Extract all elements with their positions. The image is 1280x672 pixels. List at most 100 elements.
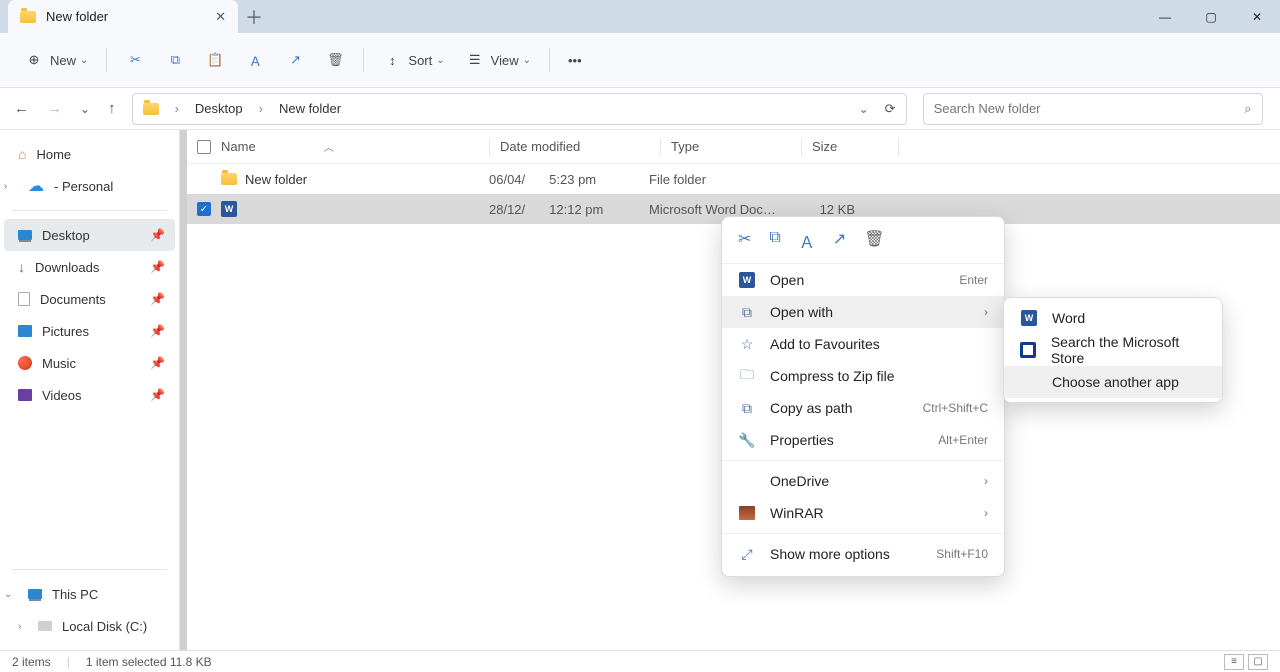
sidebar-item-downloads[interactable]: ↓ Downloads 📌: [4, 251, 175, 283]
file-time: 12:12 pm: [549, 202, 603, 217]
minimize-button[interactable]: ―: [1142, 0, 1188, 33]
sidebar-item-videos[interactable]: Videos 📌: [4, 379, 175, 411]
scrollbar[interactable]: [180, 130, 187, 650]
ctx-open-with[interactable]: ⧉ Open with ›: [722, 296, 1004, 328]
title-bar: New folder ✕ ＋ ― ▢ ✕: [0, 0, 1280, 33]
copy-icon: ⧉: [165, 50, 185, 70]
sidebar-item-music[interactable]: Music 📌: [4, 347, 175, 379]
separator: [549, 48, 550, 72]
large-icons-view-button[interactable]: ▢: [1248, 654, 1268, 670]
cut-icon[interactable]: ✂: [738, 229, 751, 253]
ctx-add-favourites[interactable]: ☆ Add to Favourites: [722, 328, 1004, 360]
document-icon: [18, 292, 30, 306]
row-checkbox[interactable]: ✓: [187, 202, 221, 216]
sidebar-label: This PC: [52, 587, 98, 602]
select-all-checkbox[interactable]: [187, 140, 221, 154]
sidebar-item-localdisk[interactable]: › Local Disk (C:): [4, 610, 175, 642]
close-tab-icon[interactable]: ✕: [215, 9, 226, 25]
sidebar-item-pictures[interactable]: Pictures 📌: [4, 315, 175, 347]
share-icon[interactable]: ↗: [833, 229, 846, 253]
cut-icon: ✂: [125, 50, 145, 70]
search-icon[interactable]: ⌕: [1244, 101, 1251, 117]
col-type[interactable]: Type: [671, 139, 801, 154]
delete-button[interactable]: 🗑: [315, 42, 355, 78]
close-window-button[interactable]: ✕: [1234, 0, 1280, 33]
wrench-icon: 🔧: [738, 432, 756, 449]
copy-button[interactable]: ⧉: [155, 42, 195, 78]
folder-icon: [143, 103, 159, 115]
search-box[interactable]: ⌕: [923, 93, 1263, 125]
pin-icon[interactable]: 📌: [150, 388, 165, 402]
trash-icon[interactable]: 🗑: [864, 229, 884, 253]
file-row[interactable]: New folder 06/04/ 5:23 pm File folder: [187, 164, 1280, 194]
ctx-show-more[interactable]: ⤢ Show more options Shift+F10: [722, 538, 1004, 570]
sidebar-item-personal[interactable]: › ☁ - Personal: [4, 170, 175, 202]
ctx-shortcut: Enter: [959, 273, 988, 287]
sidebar-item-documents[interactable]: Documents 📌: [4, 283, 175, 315]
file-date: 28/12/: [489, 202, 525, 217]
sidebar-label: Pictures: [42, 324, 89, 339]
ctx-copy-path[interactable]: ⧉ Copy as path Ctrl+Shift+C: [722, 392, 1004, 424]
new-button[interactable]: ⊕ New ⌄: [14, 42, 98, 78]
ctx-onedrive[interactable]: OneDrive ›: [722, 465, 1004, 497]
recent-button[interactable]: ⌄: [80, 102, 90, 116]
trash-icon: 🗑: [325, 50, 345, 70]
sub-label: Word: [1052, 310, 1085, 326]
pin-icon[interactable]: 📌: [150, 228, 165, 242]
rename-icon[interactable]: Ａ: [799, 229, 815, 253]
view-button[interactable]: ☰ View ⌄: [455, 42, 541, 78]
col-name[interactable]: Name ︿: [221, 139, 489, 154]
star-icon: ☆: [738, 336, 756, 353]
new-label: New: [50, 53, 76, 68]
search-input[interactable]: [934, 101, 1245, 116]
forward-button[interactable]: →: [47, 100, 62, 117]
crumb-current[interactable]: New folder: [279, 101, 341, 116]
up-button[interactable]: ↑: [108, 100, 116, 117]
ctx-label: Properties: [770, 432, 834, 448]
details-view-button[interactable]: ≡: [1224, 654, 1244, 670]
copy-icon[interactable]: ⧉: [769, 229, 780, 253]
expand-icon[interactable]: ⌄: [4, 589, 12, 600]
ctx-properties[interactable]: 🔧 Properties Alt+Enter: [722, 424, 1004, 456]
expand-icon[interactable]: ›: [18, 621, 21, 632]
pin-icon[interactable]: 📌: [150, 292, 165, 306]
videos-icon: [18, 389, 32, 401]
pc-icon: [28, 589, 42, 599]
ctx-winrar[interactable]: WinRAR ›: [722, 497, 1004, 529]
new-tab-button[interactable]: ＋: [238, 1, 270, 33]
col-size[interactable]: Size: [812, 139, 898, 154]
pin-icon[interactable]: 📌: [150, 356, 165, 370]
sub-choose-another[interactable]: Choose another app: [1004, 366, 1222, 398]
chevron-down-icon: ⌄: [523, 55, 531, 66]
pin-icon[interactable]: 📌: [150, 324, 165, 338]
cloud-icon: ☁: [28, 176, 44, 196]
crumb-desktop[interactable]: Desktop: [195, 101, 243, 116]
sidebar-label: Local Disk (C:): [62, 619, 147, 634]
more-button[interactable]: •••: [558, 42, 592, 78]
paste-button[interactable]: 📋: [195, 42, 235, 78]
share-button[interactable]: ↗: [275, 42, 315, 78]
cut-button[interactable]: ✂: [115, 42, 155, 78]
expand-icon[interactable]: ›: [4, 181, 7, 192]
context-icon-row: ✂ ⧉ Ａ ↗ 🗑: [722, 223, 1004, 264]
sidebar-item-home[interactable]: ⌂ Home: [4, 138, 175, 170]
sidebar-item-desktop[interactable]: Desktop 📌: [4, 219, 175, 251]
sort-button[interactable]: ↕ Sort ⌄: [372, 42, 454, 78]
store-icon: [1020, 342, 1036, 358]
ctx-compress-zip[interactable]: 🗀 Compress to Zip file: [722, 360, 1004, 392]
refresh-icon[interactable]: ⟳: [885, 101, 896, 117]
ctx-open[interactable]: W Open Enter: [722, 264, 1004, 296]
address-dropdown-icon[interactable]: ⌄: [859, 102, 869, 116]
ctx-shortcut: Ctrl+Shift+C: [923, 401, 988, 415]
column-header: Name ︿ Date modified Type Size: [187, 130, 1280, 164]
col-date[interactable]: Date modified: [500, 139, 660, 154]
address-bar[interactable]: › Desktop › New folder ⌄ ⟳: [132, 93, 907, 125]
sub-word[interactable]: W Word: [1004, 302, 1222, 334]
maximize-button[interactable]: ▢: [1188, 0, 1234, 33]
tab-new-folder[interactable]: New folder ✕: [8, 0, 238, 33]
back-button[interactable]: ←: [14, 100, 29, 117]
rename-button[interactable]: Ａ: [235, 42, 275, 78]
sub-store[interactable]: Search the Microsoft Store: [1004, 334, 1222, 366]
sidebar-item-thispc[interactable]: ⌄ This PC: [4, 578, 175, 610]
pin-icon[interactable]: 📌: [150, 260, 165, 274]
